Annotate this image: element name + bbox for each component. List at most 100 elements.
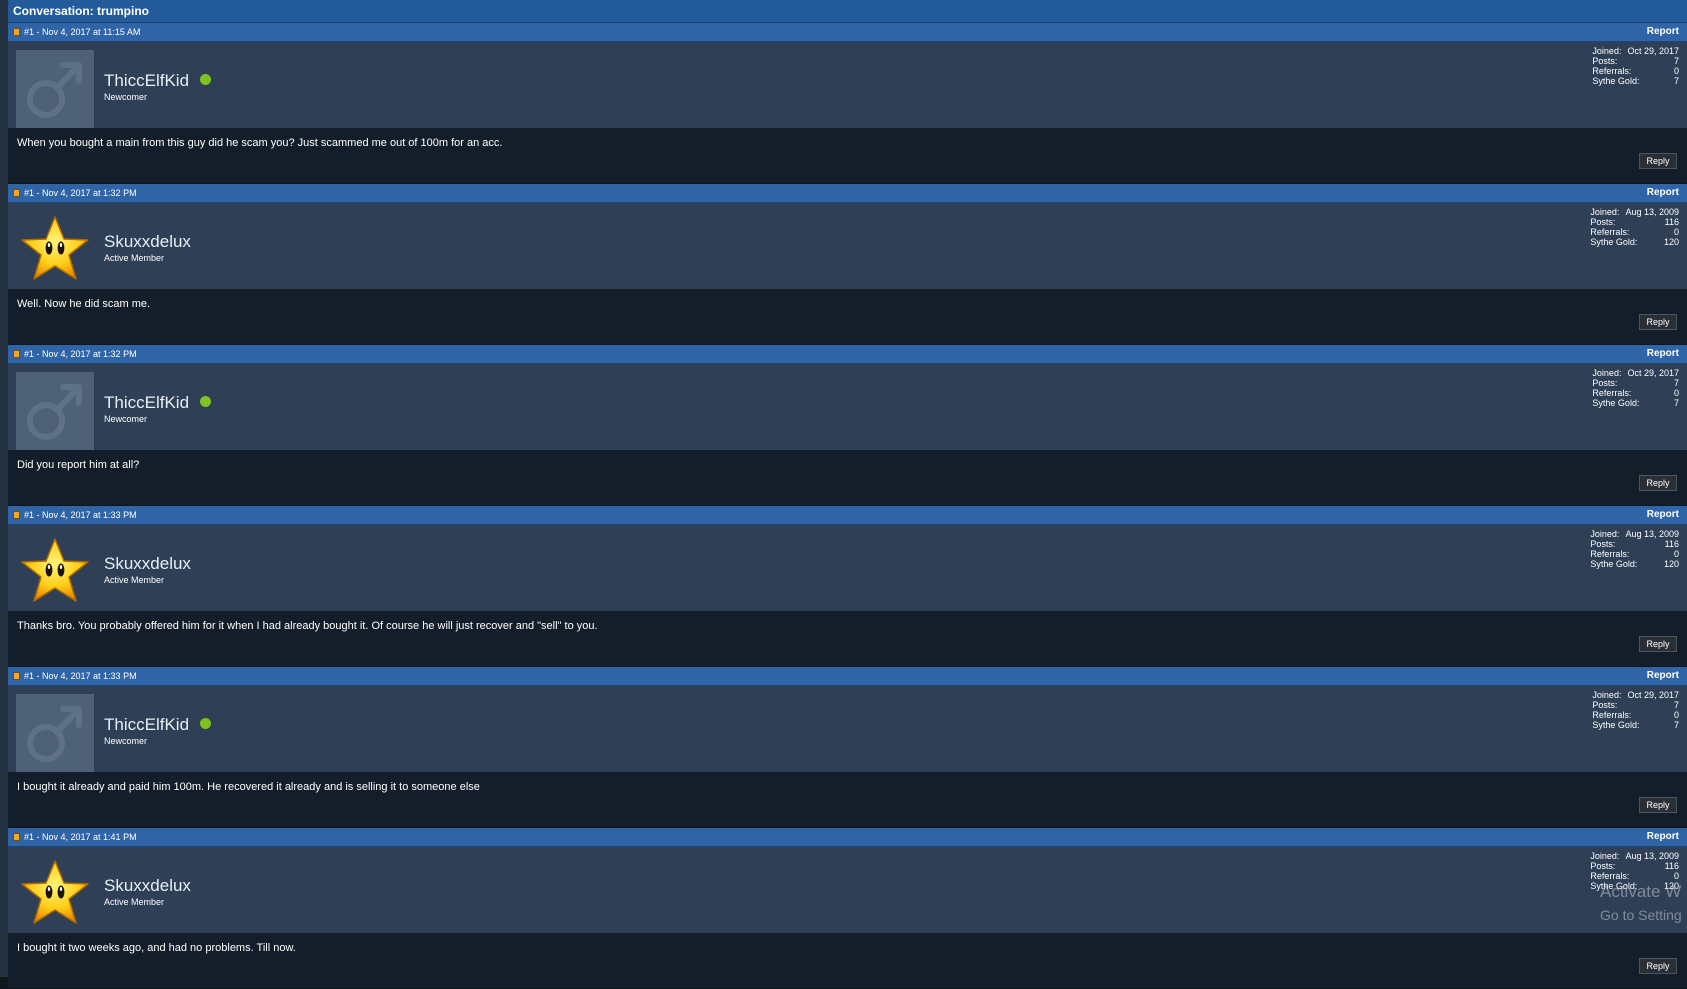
post-meta: #1 - Nov 4, 2017 at 1:32 PM (24, 349, 137, 359)
user-stats: Joined: Oct 29, 2017 Posts: 7 Referrals: 0 … (1592, 368, 1679, 408)
report-link[interactable]: Report (1647, 506, 1679, 524)
stat-joined-value: Oct 29, 2017 (1627, 368, 1679, 378)
post: #1 - Nov 4, 2017 at 1:41 PM Report Skuxx… (8, 828, 1687, 989)
stat-joined-value: Aug 13, 2009 (1625, 207, 1679, 217)
username-text: Skuxxdelux (104, 232, 191, 251)
report-link[interactable]: Report (1647, 23, 1679, 41)
user-stats: Joined: Oct 29, 2017 Posts: 7 Referrals: 0 … (1592, 46, 1679, 86)
stat-joined-value: Aug 13, 2009 (1625, 851, 1679, 861)
avatar[interactable] (16, 211, 94, 289)
post-list: #1 - Nov 4, 2017 at 11:15 AM Report Thic… (8, 23, 1687, 989)
online-status-indicator (200, 718, 212, 729)
avatar[interactable] (16, 533, 94, 611)
stat-posts-label: Posts: (1592, 56, 1618, 66)
stat-referrals-value: 0 (1673, 227, 1679, 237)
stat-posts-value: 7 (1673, 378, 1679, 388)
post-document-icon (13, 672, 20, 680)
post-message: I bought it two weeks ago, and had no pr… (17, 942, 296, 954)
activation-watermark-line1: Activate W (1600, 882, 1682, 901)
stat-referrals-value: 0 (1673, 710, 1679, 720)
post-body: Well. Now he did scam me. Reply (8, 289, 1687, 344)
username-link[interactable]: ThiccElfKid (104, 715, 212, 735)
username-link[interactable]: Skuxxdelux (104, 876, 191, 896)
username-link[interactable]: ThiccElfKid (104, 393, 212, 413)
stat-referrals-label: Referrals: (1590, 871, 1630, 881)
stat-gold-value: 120 (1663, 559, 1679, 569)
post-user-panel: Skuxxdelux Active Member Joined: Aug 13, … (8, 525, 1687, 611)
post-message: I bought it already and paid him 100m. H… (17, 781, 480, 793)
post-message: Well. Now he did scam me. (17, 298, 151, 310)
post-body: Did you report him at all? Reply (8, 450, 1687, 505)
reply-button[interactable]: Reply (1639, 153, 1677, 169)
stat-gold-value: 7 (1673, 398, 1679, 408)
post-document-icon (13, 833, 20, 841)
reply-button[interactable]: Reply (1639, 958, 1677, 974)
stat-joined-value: Oct 29, 2017 (1627, 46, 1679, 56)
star-avatar-icon (16, 855, 94, 933)
stat-posts-value: 7 (1673, 700, 1679, 710)
conversation-container: Conversation: trumpino #1 - Nov 4, 2017 … (8, 0, 1687, 989)
post-header: #1 - Nov 4, 2017 at 1:32 PM Report (8, 345, 1687, 364)
user-rank: Newcomer (104, 92, 148, 102)
reply-button[interactable]: Reply (1639, 636, 1677, 652)
online-status-indicator (200, 74, 212, 85)
post-meta: #1 - Nov 4, 2017 at 1:32 PM (24, 188, 137, 198)
post-document-icon (13, 189, 20, 197)
star-avatar-icon (16, 211, 94, 289)
username-link[interactable]: Skuxxdelux (104, 232, 191, 252)
post-meta: #1 - Nov 4, 2017 at 11:15 AM (24, 27, 141, 37)
username-text: ThiccElfKid (104, 393, 190, 412)
username-link[interactable]: Skuxxdelux (104, 554, 191, 574)
stat-referrals-label: Referrals: (1592, 710, 1632, 720)
stat-joined-label: Joined: (1590, 529, 1620, 539)
post-header: #1 - Nov 4, 2017 at 1:32 PM Report (8, 184, 1687, 203)
report-link[interactable]: Report (1647, 184, 1679, 202)
report-link[interactable]: Report (1647, 828, 1679, 846)
reply-button[interactable]: Reply (1639, 475, 1677, 491)
user-rank: Newcomer (104, 414, 148, 424)
conversation-title: Conversation: trumpino (8, 0, 1687, 23)
user-rank: Newcomer (104, 736, 148, 746)
stat-joined-value: Oct 29, 2017 (1627, 690, 1679, 700)
stat-gold-value: 7 (1673, 720, 1679, 730)
post-meta: #1 - Nov 4, 2017 at 1:33 PM (24, 671, 137, 681)
reply-button[interactable]: Reply (1639, 797, 1677, 813)
post-document-icon (13, 28, 20, 36)
reply-button[interactable]: Reply (1639, 314, 1677, 330)
stat-gold-label: Sythe Gold: (1592, 720, 1640, 730)
post-message: Thanks bro. You probably offered him for… (17, 620, 598, 632)
stat-gold-label: Sythe Gold: (1590, 559, 1638, 569)
post-user-panel: ThiccElfKid Newcomer Joined: Oct 29, 2017… (8, 42, 1687, 128)
avatar[interactable] (16, 855, 94, 933)
user-rank: Active Member (104, 897, 165, 907)
username-link[interactable]: ThiccElfKid (104, 71, 212, 91)
avatar[interactable] (16, 694, 94, 772)
post-user-panel: ThiccElfKid Newcomer Joined: Oct 29, 2017… (8, 686, 1687, 772)
left-edge-strip (0, 0, 8, 977)
report-link[interactable]: Report (1647, 345, 1679, 363)
stat-gold-label: Sythe Gold: (1592, 398, 1640, 408)
stat-posts-value: 116 (1664, 539, 1679, 549)
stat-posts-label: Posts: (1592, 700, 1618, 710)
stat-referrals-value: 0 (1673, 871, 1679, 881)
user-stats: Joined: Aug 13, 2009 Posts: 116 Referrals:… (1590, 207, 1679, 247)
post: #1 - Nov 4, 2017 at 1:33 PM Report Skuxx… (8, 506, 1687, 667)
stat-posts-value: 7 (1673, 56, 1679, 66)
post-user-panel: Skuxxdelux Active Member Joined: Aug 13, … (8, 847, 1687, 933)
stat-gold-value: 120 (1663, 237, 1679, 247)
stat-posts-value: 116 (1664, 217, 1679, 227)
online-status-indicator (200, 396, 212, 407)
avatar[interactable] (16, 372, 94, 450)
post-body: I bought it already and paid him 100m. H… (8, 772, 1687, 827)
post-message: Did you report him at all? (17, 459, 140, 471)
post: #1 - Nov 4, 2017 at 11:15 AM Report Thic… (8, 23, 1687, 184)
stat-referrals-label: Referrals: (1592, 66, 1632, 76)
username-text: Skuxxdelux (104, 554, 191, 573)
avatar[interactable] (16, 50, 94, 128)
post-header: #1 - Nov 4, 2017 at 1:33 PM Report (8, 506, 1687, 525)
stat-joined-value: Aug 13, 2009 (1625, 529, 1679, 539)
stat-posts-label: Posts: (1590, 217, 1616, 227)
post-message: When you bought a main from this guy did… (17, 137, 503, 149)
post-document-icon (13, 511, 20, 519)
report-link[interactable]: Report (1647, 667, 1679, 685)
